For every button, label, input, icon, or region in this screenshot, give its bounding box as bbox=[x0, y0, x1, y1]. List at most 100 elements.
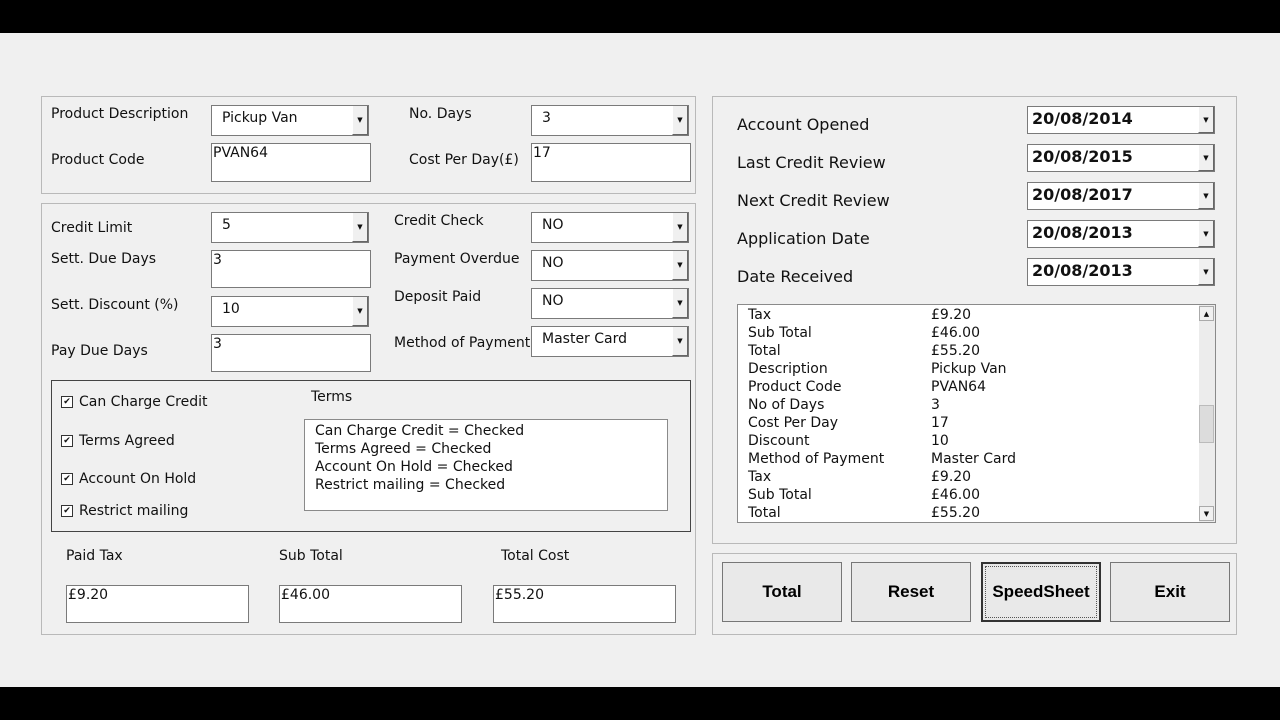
speedsheet-button[interactable]: SpeedSheet bbox=[981, 562, 1101, 622]
terms-label: Terms bbox=[311, 389, 353, 405]
combo-value: Master Card bbox=[542, 331, 628, 347]
sub-total-label: Sub Total bbox=[279, 548, 343, 564]
receipt-key: Method of Payment bbox=[748, 451, 885, 467]
terms-agreed-checkbox[interactable]: ✔ Terms Agreed bbox=[61, 433, 175, 449]
account-opened-label: Account Opened bbox=[737, 115, 870, 134]
receipt-value: 10 bbox=[931, 433, 949, 449]
receipt-key: Description bbox=[748, 361, 828, 377]
terms-textbox[interactable]: Can Charge Credit = Checked Terms Agreed… bbox=[304, 419, 668, 511]
method-of-payment-combo[interactable]: Master Card ▼ bbox=[531, 326, 689, 357]
application-date-label: Application Date bbox=[737, 229, 870, 248]
scrollbar[interactable]: ▲ ▼ bbox=[1199, 305, 1215, 522]
last-credit-review-date-picker[interactable]: 20/08/2015 ▼ bbox=[1027, 144, 1215, 172]
bottom-letterbox bbox=[0, 687, 1280, 720]
date-received-picker[interactable]: 20/08/2013 ▼ bbox=[1027, 258, 1215, 286]
chevron-down-icon[interactable]: ▼ bbox=[352, 106, 368, 135]
chevron-down-icon[interactable]: ▼ bbox=[672, 289, 688, 318]
receipt-value: 17 bbox=[931, 415, 949, 431]
date-value: 20/08/2017 bbox=[1032, 185, 1133, 204]
chevron-down-icon[interactable]: ▼ bbox=[672, 213, 688, 242]
deposit-paid-combo[interactable]: NO ▼ bbox=[531, 288, 689, 319]
combo-value: 3 bbox=[542, 110, 551, 126]
account-on-hold-checkbox[interactable]: ✔ Account On Hold bbox=[61, 471, 196, 487]
chevron-down-icon[interactable]: ▼ bbox=[1198, 259, 1214, 285]
checkbox-label: Terms Agreed bbox=[79, 433, 175, 449]
pay-due-days-input[interactable]: 3 bbox=[211, 334, 371, 372]
no-days-label: No. Days bbox=[409, 106, 472, 122]
receipt-textbox[interactable]: Tax £9.20 Sub Total £46.00 Total £55.20 Descri… bbox=[737, 304, 1216, 523]
product-description-label: Product Description bbox=[51, 106, 189, 122]
receipt-key: Tax bbox=[748, 469, 772, 485]
payment-overdue-combo[interactable]: NO ▼ bbox=[531, 250, 689, 281]
reset-button[interactable]: Reset bbox=[851, 562, 971, 622]
receipt-value: £46.00 bbox=[931, 487, 980, 503]
chevron-down-icon[interactable]: ▼ bbox=[672, 106, 688, 135]
sett-discount-combo[interactable]: 10 ▼ bbox=[211, 296, 369, 327]
chevron-down-icon[interactable]: ▼ bbox=[352, 213, 368, 242]
credit-limit-label: Credit Limit bbox=[51, 220, 133, 236]
application-date-picker[interactable]: 20/08/2013 ▼ bbox=[1027, 220, 1215, 248]
receipt-value: 3 bbox=[931, 397, 940, 413]
product-code-input[interactable]: PVAN64 bbox=[211, 143, 371, 182]
credit-check-combo[interactable]: NO ▼ bbox=[531, 212, 689, 243]
date-value: 20/08/2014 bbox=[1032, 109, 1133, 128]
combo-value: Pickup Van bbox=[222, 110, 298, 126]
receipt-value: £9.20 bbox=[931, 469, 972, 485]
receipt-key: Cost Per Day bbox=[748, 415, 838, 431]
next-credit-review-label: Next Credit Review bbox=[737, 191, 890, 210]
checkmark-icon[interactable]: ✔ bbox=[61, 435, 73, 447]
receipt-row: Discount 10 bbox=[748, 432, 1215, 450]
total-button[interactable]: Total bbox=[722, 562, 842, 622]
checkbox-label: Can Charge Credit bbox=[79, 394, 208, 410]
receipt-row: Tax £9.20 bbox=[748, 306, 1215, 324]
credit-limit-combo[interactable]: 5 ▼ bbox=[211, 212, 369, 243]
date-value: 20/08/2015 bbox=[1032, 147, 1133, 166]
receipt-row: Tax £9.20 bbox=[748, 468, 1215, 486]
receipt-key: Total bbox=[748, 343, 781, 359]
chevron-down-icon[interactable]: ▼ bbox=[1198, 221, 1214, 247]
next-credit-review-date-picker[interactable]: 20/08/2017 ▼ bbox=[1027, 182, 1215, 210]
receipt-value: £55.20 bbox=[931, 505, 980, 521]
chevron-down-icon[interactable]: ▼ bbox=[1198, 145, 1214, 171]
date-received-label: Date Received bbox=[737, 267, 854, 286]
restrict-mailing-checkbox[interactable]: ✔ Restrict mailing bbox=[61, 503, 188, 519]
checkmark-icon[interactable]: ✔ bbox=[61, 396, 73, 408]
receipt-value: Master Card bbox=[931, 451, 1017, 467]
receipt-row: Cost Per Day 17 bbox=[748, 414, 1215, 432]
scroll-up-icon[interactable]: ▲ bbox=[1199, 306, 1214, 321]
receipt-row: Sub Total £46.00 bbox=[748, 324, 1215, 342]
total-cost-input[interactable]: £55.20 bbox=[493, 585, 676, 623]
chevron-down-icon[interactable]: ▼ bbox=[672, 251, 688, 280]
terms-line: Can Charge Credit = Checked bbox=[315, 423, 525, 439]
receipt-key: No of Days bbox=[748, 397, 825, 413]
checkmark-icon[interactable]: ✔ bbox=[61, 473, 73, 485]
scroll-down-icon[interactable]: ▼ bbox=[1199, 506, 1214, 521]
sub-total-input[interactable]: £46.00 bbox=[279, 585, 462, 623]
chevron-down-icon[interactable]: ▼ bbox=[352, 297, 368, 326]
product-description-combo[interactable]: Pickup Van ▼ bbox=[211, 105, 369, 136]
sett-due-days-input[interactable]: 3 bbox=[211, 250, 371, 288]
scrollbar-thumb[interactable] bbox=[1199, 405, 1214, 443]
top-letterbox bbox=[0, 0, 1280, 33]
chevron-down-icon[interactable]: ▼ bbox=[1198, 183, 1214, 209]
deposit-paid-label: Deposit Paid bbox=[394, 289, 482, 305]
chevron-down-icon[interactable]: ▼ bbox=[672, 327, 688, 356]
account-opened-date-picker[interactable]: 20/08/2014 ▼ bbox=[1027, 106, 1215, 134]
terms-line: Account On Hold = Checked bbox=[315, 459, 513, 475]
receipt-row: No of Days 3 bbox=[748, 396, 1215, 414]
receipt-value: £9.20 bbox=[931, 307, 972, 323]
exit-button[interactable]: Exit bbox=[1110, 562, 1230, 622]
sett-discount-label: Sett. Discount (%) bbox=[51, 297, 179, 313]
checkmark-icon[interactable]: ✔ bbox=[61, 505, 73, 517]
chevron-down-icon[interactable]: ▼ bbox=[1198, 107, 1214, 133]
receipt-row: Total £55.20 bbox=[748, 504, 1215, 522]
can-charge-credit-checkbox[interactable]: ✔ Can Charge Credit bbox=[61, 394, 207, 410]
combo-value: 10 bbox=[222, 301, 240, 317]
paid-tax-input[interactable]: £9.20 bbox=[66, 585, 249, 623]
cost-per-day-label: Cost Per Day(£) bbox=[409, 152, 519, 168]
sett-due-days-label: Sett. Due Days bbox=[51, 251, 157, 267]
checkbox-label: Account On Hold bbox=[79, 471, 197, 487]
cost-per-day-input[interactable]: 17 bbox=[531, 143, 691, 182]
no-days-combo[interactable]: 3 ▼ bbox=[531, 105, 689, 136]
receipt-key: Discount bbox=[748, 433, 810, 449]
